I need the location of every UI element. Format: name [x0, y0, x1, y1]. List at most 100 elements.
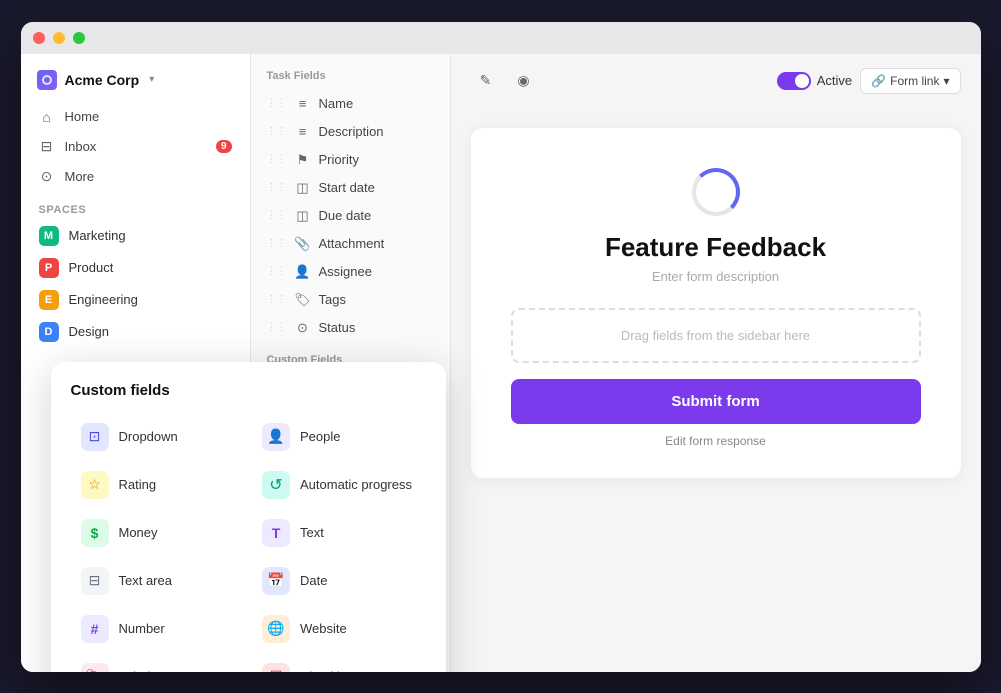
header-icons: ✎ ◉	[471, 66, 539, 96]
sidebar-item-engineering[interactable]: E Engineering	[29, 284, 242, 316]
text-area-icon: ⊟	[81, 567, 109, 595]
active-toggle[interactable]	[777, 72, 811, 90]
drag-handle-icon: ⋮⋮	[267, 98, 287, 109]
form-link-label: Form link	[890, 74, 939, 88]
sidebar-item-label: More	[65, 169, 95, 184]
cf-item-people[interactable]: 👤 People	[252, 415, 426, 459]
field-attachment[interactable]: ⋮⋮ 📎 Attachment	[251, 230, 450, 258]
cf-label: Money	[119, 525, 158, 540]
company-name: Acme Corp	[65, 72, 140, 88]
labels-icon: 🏷	[81, 663, 109, 672]
spaces-section-label: Spaces	[21, 192, 250, 220]
cf-label: People	[300, 429, 340, 444]
sidebar-header[interactable]: Acme Corp ▾	[21, 66, 250, 102]
spaces-list: M Marketing P Product E Engineering D De…	[21, 220, 250, 348]
cf-label: Number	[119, 621, 165, 636]
sidebar-item-label: Inbox	[65, 139, 97, 154]
app-window: Acme Corp ▾ ⌂ Home ⊟ Inbox 9 ⊙ More Spa	[21, 22, 981, 672]
number-icon: #	[81, 615, 109, 643]
cf-label: Checkbox	[300, 669, 358, 672]
chevron-down-icon: ▾	[149, 74, 154, 85]
cf-item-date[interactable]: 📅 Date	[252, 559, 426, 603]
space-dot-engineering: E	[39, 290, 59, 310]
header-actions: Active 🔗 Form link ▾	[777, 68, 961, 94]
cf-label: Automatic progress	[300, 477, 412, 492]
space-label: Engineering	[69, 292, 138, 307]
field-name[interactable]: ⋮⋮ ≡ Name	[251, 90, 450, 118]
field-tags[interactable]: ⋮⋮ 🏷 Tags	[251, 286, 450, 314]
home-icon: ⌂	[39, 109, 55, 125]
space-label: Design	[69, 324, 109, 339]
field-icon-startdate: ◫	[295, 180, 311, 196]
close-button[interactable]	[33, 32, 45, 44]
sidebar-item-design[interactable]: D Design	[29, 316, 242, 348]
drop-zone[interactable]: Drag fields from the sidebar here	[511, 308, 921, 363]
sidebar-item-marketing[interactable]: M Marketing	[29, 220, 242, 252]
sidebar-nav: ⌂ Home ⊟ Inbox 9 ⊙ More	[21, 102, 250, 192]
space-dot-product: P	[39, 258, 59, 278]
preview-icon-button[interactable]: ◉	[509, 66, 539, 96]
cf-label: Website	[300, 621, 347, 636]
space-label: Marketing	[69, 228, 126, 243]
active-label: Active	[817, 73, 852, 88]
sidebar-item-product[interactable]: P Product	[29, 252, 242, 284]
field-due-date[interactable]: ⋮⋮ ◫ Due date	[251, 202, 450, 230]
cf-label: Dropdown	[119, 429, 178, 444]
active-toggle-wrapper: Active	[777, 72, 852, 90]
space-dot-design: D	[39, 322, 59, 342]
form-card: Feature Feedback Enter form description …	[471, 128, 961, 478]
cf-item-automatic-progress[interactable]: ↺ Automatic progress	[252, 463, 426, 507]
maximize-button[interactable]	[73, 32, 85, 44]
field-assignee[interactable]: ⋮⋮ 👤 Assignee	[251, 258, 450, 286]
field-description[interactable]: ⋮⋮ ≡ Description	[251, 118, 450, 146]
drag-handle-icon: ⋮⋮	[267, 154, 287, 165]
cf-item-money[interactable]: $ Money	[71, 511, 245, 555]
field-priority[interactable]: ⋮⋮ ⚑ Priority	[251, 146, 450, 174]
people-icon: 👤	[262, 423, 290, 451]
sidebar-item-home[interactable]: ⌂ Home	[29, 102, 242, 132]
loading-spinner	[692, 168, 740, 216]
custom-fields-popup: Custom fields ⊡ Dropdown 👤 People ☆ Rati…	[51, 362, 446, 672]
popup-title: Custom fields	[71, 382, 426, 399]
main-content: ✎ ◉ Active 🔗 Form link ▾	[451, 54, 981, 672]
cf-item-text[interactable]: T Text	[252, 511, 426, 555]
sidebar-item-inbox[interactable]: ⊟ Inbox 9	[29, 132, 242, 162]
website-icon: 🌐	[262, 615, 290, 643]
form-link-button[interactable]: 🔗 Form link ▾	[860, 68, 960, 94]
drag-handle-icon: ⋮⋮	[267, 294, 287, 305]
field-icon-priority: ⚑	[295, 152, 311, 168]
field-icon-tags: 🏷	[295, 292, 311, 308]
drag-handle-icon: ⋮⋮	[267, 182, 287, 193]
cf-item-number[interactable]: # Number	[71, 607, 245, 651]
dropdown-arrow-icon: ▾	[943, 74, 949, 88]
cf-item-website[interactable]: 🌐 Website	[252, 607, 426, 651]
field-icon-assignee: 👤	[295, 264, 311, 280]
edit-icon-button[interactable]: ✎	[471, 66, 501, 96]
titlebar	[21, 22, 981, 54]
cf-item-dropdown[interactable]: ⊡ Dropdown	[71, 415, 245, 459]
form-description: Enter form description	[652, 269, 779, 284]
more-icon: ⊙	[39, 169, 55, 185]
field-start-date[interactable]: ⋮⋮ ◫ Start date	[251, 174, 450, 202]
cf-item-text-area[interactable]: ⊟ Text area	[71, 559, 245, 603]
drag-handle-icon: ⋮⋮	[267, 238, 287, 249]
automatic-progress-icon: ↺	[262, 471, 290, 499]
field-icon-name: ≡	[295, 96, 311, 112]
cf-label: Date	[300, 573, 327, 588]
cf-item-checkbox[interactable]: ☑ Checkbox	[252, 655, 426, 672]
drag-handle-icon: ⋮⋮	[267, 322, 287, 333]
field-status[interactable]: ⋮⋮ ⊙ Status	[251, 314, 450, 342]
edit-response-link[interactable]: Edit form response	[665, 434, 766, 448]
cf-label: Labels	[119, 669, 157, 672]
sidebar-item-more[interactable]: ⊙ More	[29, 162, 242, 192]
company-logo	[37, 70, 57, 90]
toggle-thumb	[795, 74, 809, 88]
cf-label: Text area	[119, 573, 172, 588]
cf-item-rating[interactable]: ☆ Rating	[71, 463, 245, 507]
cf-label: Text	[300, 525, 324, 540]
cf-label: Rating	[119, 477, 157, 492]
cf-item-labels[interactable]: 🏷 Labels	[71, 655, 245, 672]
minimize-button[interactable]	[53, 32, 65, 44]
form-preview: Feature Feedback Enter form description …	[451, 108, 981, 672]
submit-button[interactable]: Submit form	[511, 379, 921, 424]
